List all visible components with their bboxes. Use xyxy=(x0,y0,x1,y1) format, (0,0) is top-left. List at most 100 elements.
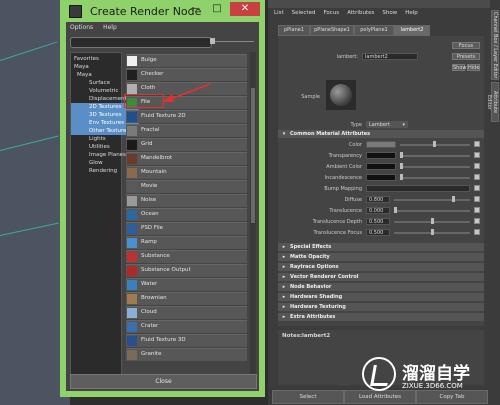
ae-menu-item[interactable]: Attributes xyxy=(347,10,374,16)
section-title: Common Material Attributes xyxy=(290,131,371,137)
map-button-icon[interactable] xyxy=(474,174,480,180)
collapsed-section[interactable]: ▸ Node Behavior xyxy=(278,283,484,291)
node-list-item[interactable]: Substance Output xyxy=(126,264,247,277)
focus-button[interactable]: Focus xyxy=(452,42,480,49)
color-swatch[interactable] xyxy=(366,163,396,170)
attr-slider[interactable] xyxy=(400,177,470,179)
node-label: Substance xyxy=(141,253,170,259)
attr-value-field[interactable]: 0.000 xyxy=(366,207,390,214)
color-swatch[interactable] xyxy=(366,152,396,159)
close-icon[interactable]: ✕ xyxy=(230,2,260,16)
ae-menu-item[interactable]: Show xyxy=(382,10,397,16)
node-list-item[interactable]: PSD File xyxy=(126,222,247,235)
attr-value-field[interactable]: 0.500 xyxy=(366,229,390,236)
slider-handle[interactable] xyxy=(452,196,455,202)
color-swatch[interactable] xyxy=(366,174,396,181)
node-list-item[interactable]: Fluid Texture 3D xyxy=(126,334,247,347)
node-list-item[interactable]: Movie xyxy=(126,180,247,193)
map-button-icon[interactable] xyxy=(474,218,480,224)
node-list-item[interactable]: Ramp xyxy=(126,236,247,249)
node-list-item[interactable]: Substance xyxy=(126,250,247,263)
node-list-item[interactable]: Ocean xyxy=(126,208,247,221)
map-button-icon[interactable] xyxy=(474,152,480,158)
map-button-icon[interactable] xyxy=(474,207,480,213)
map-button-icon[interactable] xyxy=(474,185,480,191)
ae-menu-item[interactable]: List xyxy=(274,10,284,16)
tab-channel-box[interactable]: Channel Box / Layer Editor xyxy=(491,10,499,80)
icon-size-slider[interactable] xyxy=(214,41,254,42)
attr-slider[interactable] xyxy=(394,210,470,212)
ae-menu-item[interactable]: Help xyxy=(405,10,418,16)
collapsed-section[interactable]: ▸ Hardware Texturing xyxy=(278,303,484,311)
node-list-item[interactable]: Fractal xyxy=(126,124,247,137)
map-button-icon[interactable] xyxy=(474,141,480,147)
tree-node[interactable]: Favorites xyxy=(71,55,124,63)
type-dropdown[interactable]: Lambert ▾ xyxy=(366,121,408,128)
tree-node[interactable]: Maya xyxy=(71,63,124,71)
collapsed-section[interactable]: ▸ Extra Attributes xyxy=(278,313,484,321)
collapsed-section[interactable]: ▸ Raytrace Options xyxy=(278,263,484,271)
ae-tab[interactable]: lambert2 xyxy=(394,25,430,36)
expand-right-icon: ▸ xyxy=(282,254,286,260)
window-titlebar[interactable]: Create Render Node — □ ✕ xyxy=(60,0,265,22)
node-list-item[interactable]: Water xyxy=(126,278,247,291)
presets-button[interactable]: Presets xyxy=(452,53,480,60)
node-list-item[interactable]: Bulge xyxy=(126,54,247,67)
node-list-item[interactable]: Crater xyxy=(126,320,247,333)
slider-handle[interactable] xyxy=(431,229,434,235)
slider-handle[interactable] xyxy=(400,152,403,158)
collapsed-section[interactable]: ▸ Hardware Shading xyxy=(278,293,484,301)
attr-slider[interactable] xyxy=(400,155,470,157)
select-button[interactable]: Select xyxy=(272,390,344,404)
collapsed-section[interactable]: ▸ Matte Opacity xyxy=(278,253,484,261)
maximize-button[interactable]: □ xyxy=(208,2,226,16)
attr-slider[interactable] xyxy=(394,199,470,201)
attr-value-field[interactable]: 0.800 xyxy=(366,196,390,203)
node-list-scrollbar[interactable] xyxy=(250,52,256,382)
scrollbar-thumb[interactable] xyxy=(251,88,255,223)
tab-attribute-editor[interactable]: Attribute Editor xyxy=(486,82,499,122)
node-list-item[interactable]: Noise xyxy=(126,194,247,207)
slider-handle[interactable] xyxy=(433,141,436,147)
collapsed-section[interactable]: ▸ Vector Renderer Control xyxy=(278,273,484,281)
category-tree: Favorites Maya Maya Surface Volumetric Displa… xyxy=(70,52,139,384)
slider-handle[interactable] xyxy=(394,207,397,213)
node-list-item[interactable]: Grid xyxy=(126,138,247,151)
minimize-button[interactable]: — xyxy=(186,2,204,16)
ae-menu-item[interactable]: Focus xyxy=(323,10,339,16)
node-list-item[interactable]: Brownian xyxy=(126,292,247,305)
tree-node[interactable]: Maya xyxy=(71,71,127,79)
expand-right-icon: ▸ xyxy=(282,294,286,300)
search-input[interactable] xyxy=(70,37,212,48)
slider-handle[interactable] xyxy=(400,174,403,180)
node-list-item[interactable]: Cloud xyxy=(126,306,247,319)
node-list-item[interactable]: Fluid Texture 2D xyxy=(126,110,247,123)
ae-menu-item[interactable]: Selected xyxy=(292,10,316,16)
collapsed-section[interactable]: ▸ Special Effects xyxy=(278,243,484,251)
attr-value-field[interactable]: 0.500 xyxy=(366,218,390,225)
slider-handle[interactable] xyxy=(431,218,434,224)
map-button-icon[interactable] xyxy=(474,229,480,235)
node-label: Water xyxy=(141,281,158,287)
hide-button[interactable]: Hide xyxy=(467,64,480,71)
map-button-icon[interactable] xyxy=(474,196,480,202)
menu-help[interactable]: Help xyxy=(103,24,117,31)
name-field[interactable]: lambert2 xyxy=(362,53,418,60)
show-button[interactable]: Show xyxy=(452,64,467,71)
bump-field[interactable] xyxy=(366,185,470,192)
color-swatch[interactable] xyxy=(366,141,396,148)
map-button-icon[interactable] xyxy=(474,163,480,169)
ae-tab[interactable]: pPlaneShape1 xyxy=(310,25,354,36)
section-common-material[interactable]: ▾ Common Material Attributes xyxy=(278,130,484,138)
ae-tab[interactable]: pPlane1 xyxy=(278,25,310,36)
slider-handle[interactable] xyxy=(400,163,403,169)
close-button[interactable]: Close xyxy=(70,374,257,389)
ae-tab[interactable]: polyPlane1 xyxy=(354,25,394,36)
node-label: Cloud xyxy=(141,309,157,315)
node-list-item[interactable]: Mandelbrot xyxy=(126,152,247,165)
node-list-item[interactable]: Granite xyxy=(126,348,247,361)
menu-options[interactable]: Options xyxy=(70,24,93,31)
node-list-item[interactable]: Mountain xyxy=(126,166,247,179)
slider-handle[interactable] xyxy=(210,38,215,44)
attr-slider[interactable] xyxy=(400,166,470,168)
